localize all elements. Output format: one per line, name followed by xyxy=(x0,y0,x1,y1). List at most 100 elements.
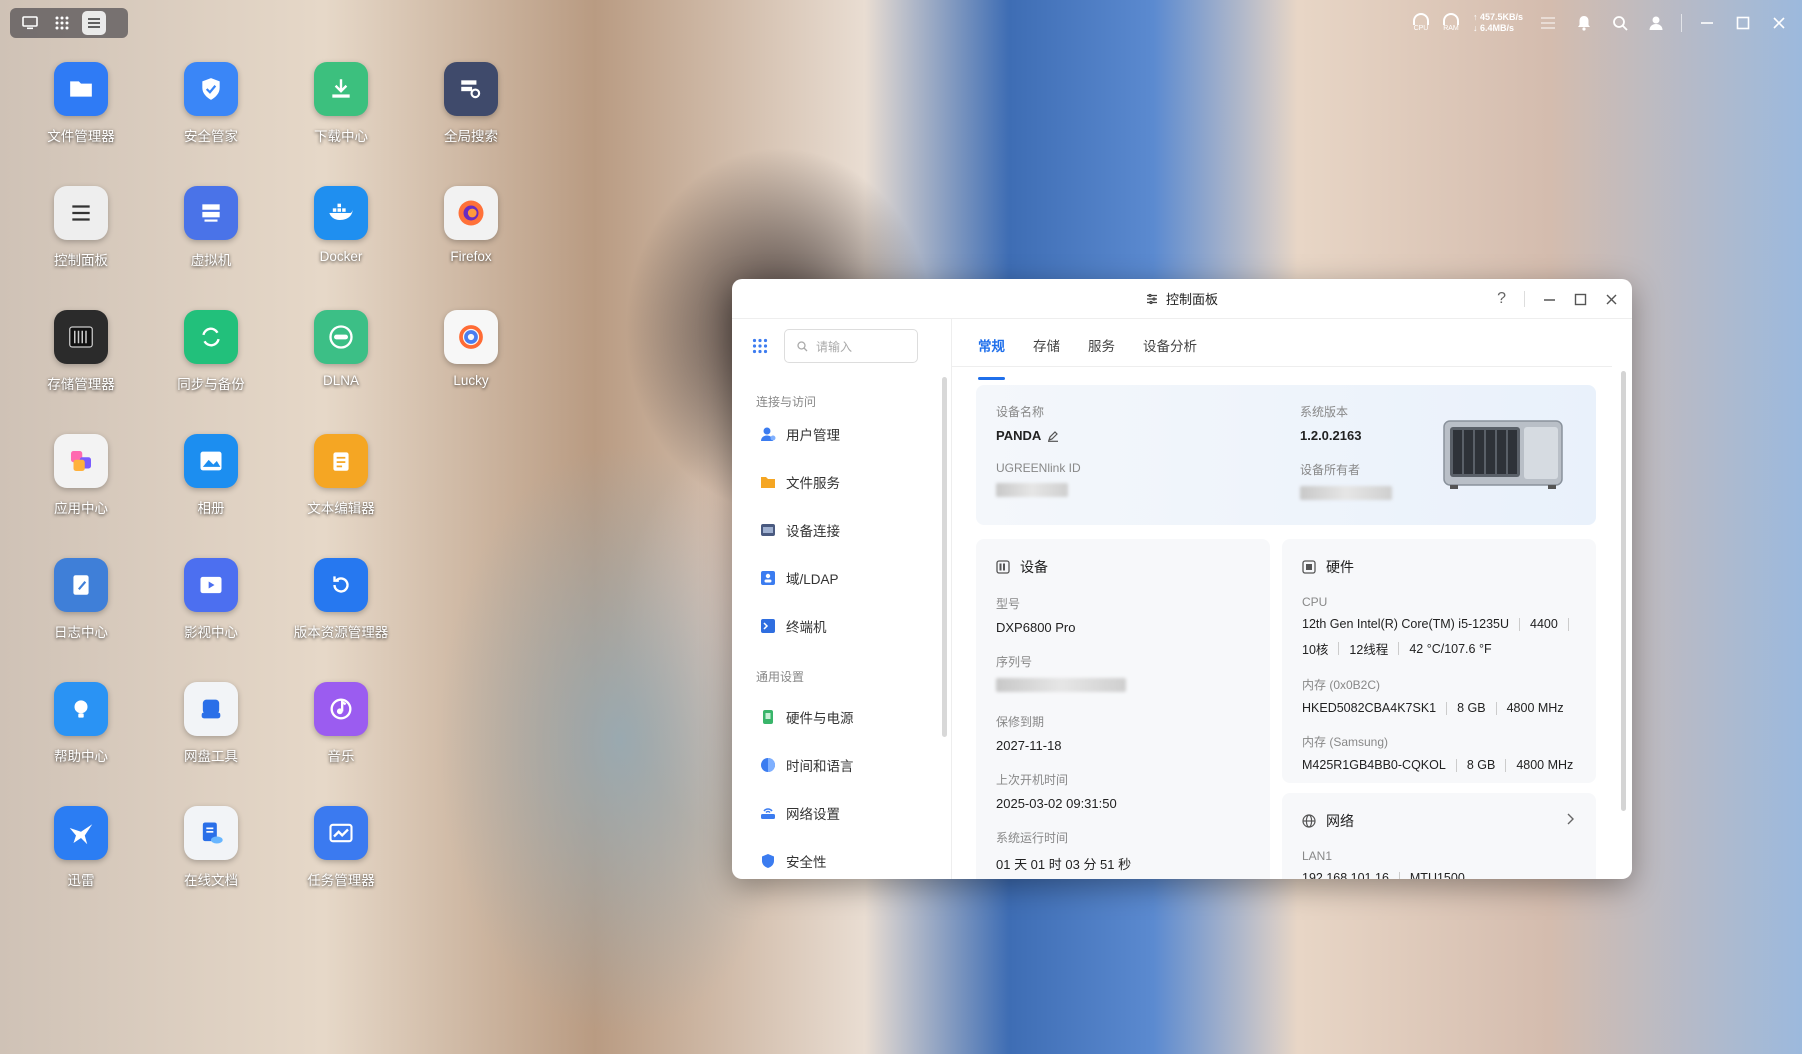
chip-icon xyxy=(1302,560,1316,574)
system-version-label: 系统版本 xyxy=(1300,405,1349,419)
window-maximize-icon[interactable] xyxy=(1574,293,1587,306)
chevron-right-icon[interactable] xyxy=(1566,813,1574,825)
sidebar-item-device-connection[interactable]: 设备连接 xyxy=(732,506,951,554)
device-icon xyxy=(996,560,1010,574)
sidebar-item-hardware-power[interactable]: 硬件与电源 xyxy=(732,693,951,741)
last-boot-value: 2025-03-02 09:31:50 xyxy=(996,796,1117,811)
desktop-app-search-server[interactable]: 全局搜索 xyxy=(406,62,536,186)
desktop-app-help-bulb[interactable]: 帮助中心 xyxy=(16,682,146,806)
window-close-icon[interactable] xyxy=(1605,293,1618,306)
device-name-label: 设备名称 xyxy=(996,405,1045,419)
sidebar-item-security[interactable]: 安全性 xyxy=(732,837,951,879)
maximize-icon xyxy=(1736,16,1750,30)
sidebar-item-network[interactable]: 网络设置 xyxy=(732,789,951,837)
divider xyxy=(1524,291,1525,307)
settings-search-input[interactable]: 请输入 xyxy=(784,329,918,363)
control-panel-task-button[interactable] xyxy=(82,11,106,35)
uptime-value: 01 天 01 时 03 分 51 秒 xyxy=(996,857,1132,872)
desktop-app-version[interactable]: 版本资源管理器 xyxy=(276,558,406,682)
desktop-app-docker[interactable]: Docker xyxy=(276,186,406,310)
show-desktop-button[interactable] xyxy=(18,11,42,35)
cpu-gauge[interactable]: CPU xyxy=(1412,13,1429,33)
desktop-app-storage[interactable]: 存储管理器 xyxy=(16,310,146,434)
control-panel-window: 控制面板 ? 请输入 连接与访问 用户管理 文件服务 设备连接 域/LDAP 终… xyxy=(732,279,1632,879)
window-minimize-icon[interactable] xyxy=(1543,293,1556,306)
desktop-app-music[interactable]: 音乐 xyxy=(276,682,406,806)
memory1-label: 内存 (0x0B2C) xyxy=(1302,678,1381,692)
window-titlebar[interactable]: 控制面板 ? xyxy=(732,279,1632,319)
download-speed: ↓ 6.4MB/s xyxy=(1472,23,1514,33)
tab-services[interactable]: 服务 xyxy=(1088,335,1115,366)
desktop-app-task[interactable]: 任务管理器 xyxy=(276,806,406,930)
desktop-app-shield[interactable]: 安全管家 xyxy=(146,62,276,186)
cpu-threads: 12线程 xyxy=(1349,643,1389,657)
sidebar-item-users[interactable]: 用户管理 xyxy=(732,410,951,458)
desktop-app-app-center[interactable]: 应用中心 xyxy=(16,434,146,558)
desktop-app-photo[interactable]: 相册 xyxy=(146,434,276,558)
all-settings-grid-icon[interactable] xyxy=(752,338,768,354)
sidebar-item-file-service[interactable]: 文件服务 xyxy=(732,458,951,506)
cpu-cores: 10核 xyxy=(1302,643,1329,657)
desktop-app-log[interactable]: 日志中心 xyxy=(16,558,146,682)
network-card[interactable]: 网络 LAN1 192.168.101.16 MTU1500 xyxy=(1282,793,1596,879)
desktop-app-online-doc[interactable]: 在线文档 xyxy=(146,806,276,930)
folder-icon xyxy=(761,477,775,488)
help-button[interactable]: ? xyxy=(1497,290,1506,308)
monitor-icon xyxy=(22,16,38,30)
tab-general[interactable]: 常规 xyxy=(978,335,1005,380)
sidebar-item-terminal[interactable]: 终端机 xyxy=(732,602,951,650)
app-label: 同步与备份 xyxy=(177,377,245,392)
sidebar-scrollbar[interactable] xyxy=(942,377,947,737)
bell-icon xyxy=(1578,16,1590,31)
app-label: Docker xyxy=(319,249,363,264)
desktop-maximize-button[interactable] xyxy=(1732,12,1754,34)
desktop-app-cloud-drive[interactable]: 网盘工具 xyxy=(146,682,276,806)
user-icon xyxy=(1649,16,1663,30)
edit-pencil-icon[interactable] xyxy=(1047,430,1059,442)
desktop-app-download[interactable]: 下载中心 xyxy=(276,62,406,186)
task-icon xyxy=(314,806,368,860)
sidebar-item-ldap[interactable]: 域/LDAP xyxy=(732,554,951,602)
control-panel-main: 常规 存储 服务 设备分析 设备名称 PANDA UGREENlink ID 系… xyxy=(952,319,1632,879)
tab-device-analysis[interactable]: 设备分析 xyxy=(1143,335,1197,366)
desktop-close-button[interactable] xyxy=(1768,12,1790,34)
tab-storage[interactable]: 存储 xyxy=(1033,335,1060,366)
desktop-app-folder[interactable]: 文件管理器 xyxy=(16,62,146,186)
widgets-button[interactable] xyxy=(1537,12,1559,34)
app-label: 任务管理器 xyxy=(307,873,375,888)
ram-label: RAM xyxy=(1443,25,1459,32)
desktop-app-lucky[interactable]: Lucky xyxy=(406,310,536,434)
desktop-app-firefox[interactable]: Firefox xyxy=(406,186,536,310)
ram-gauge[interactable]: RAM xyxy=(1442,13,1459,33)
hardware-card: 硬件 CPU 12th Gen Intel(R) Core(TM) i5-123… xyxy=(1282,539,1596,783)
download-icon xyxy=(314,62,368,116)
desktop-app-notepad[interactable]: 文本编辑器 xyxy=(276,434,406,558)
sidebar-item-time-language[interactable]: 时间和语言 xyxy=(732,741,951,789)
app-label: 音乐 xyxy=(327,749,355,764)
desktop-minimize-button[interactable] xyxy=(1696,12,1718,34)
cpu-frequency: 4400 xyxy=(1530,617,1558,631)
app-label: 相册 xyxy=(197,501,225,516)
lucky-icon xyxy=(444,310,498,364)
global-search-button[interactable] xyxy=(1609,12,1631,34)
docker-icon xyxy=(314,186,368,240)
desktop-app-server[interactable]: 虚拟机 xyxy=(146,186,276,310)
desktop-app-video[interactable]: 影视中心 xyxy=(146,558,276,682)
app-label: Lucky xyxy=(453,373,489,388)
desktop-app-sliders[interactable]: 控制面板 xyxy=(16,186,146,310)
desktop-app-dlna[interactable]: DLNA xyxy=(276,310,406,434)
globe-icon xyxy=(1302,814,1316,828)
sidebar-item-label: 网络设置 xyxy=(786,807,840,822)
app-launcher-button[interactable] xyxy=(50,11,74,35)
grid-icon xyxy=(55,16,69,30)
main-scrollbar[interactable] xyxy=(1621,371,1626,811)
user-button[interactable] xyxy=(1645,12,1667,34)
ugreenlink-label: UGREENlink ID xyxy=(996,461,1081,475)
domain-icon xyxy=(761,571,775,585)
desktop-app-xunlei[interactable]: 迅雷 xyxy=(16,806,146,930)
notification-button[interactable] xyxy=(1573,12,1595,34)
sidebar-item-label: 设备连接 xyxy=(786,524,840,539)
empty-slot xyxy=(406,558,536,682)
desktop-app-sync[interactable]: 同步与备份 xyxy=(146,310,276,434)
user-manage-icon xyxy=(761,427,776,441)
